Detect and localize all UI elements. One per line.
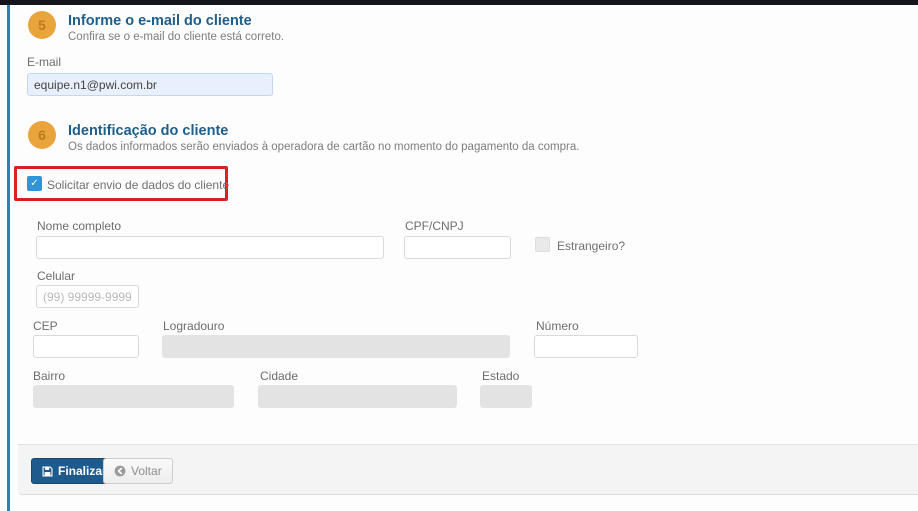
- left-accent-rule: [7, 5, 10, 511]
- check-icon: ✓: [30, 178, 38, 189]
- bairro-label: Bairro: [33, 369, 65, 383]
- celular-input[interactable]: [36, 285, 139, 308]
- voltar-button-label: Voltar: [131, 464, 162, 478]
- step-6-badge: 6: [28, 121, 56, 149]
- estrangeiro-label: Estrangeiro?: [557, 239, 625, 253]
- step-5-badge: 5: [28, 11, 56, 39]
- send-client-data-label: Solicitar envio de dados do cliente: [47, 178, 229, 192]
- cep-label: CEP: [33, 319, 58, 333]
- logradouro-input: [162, 335, 510, 358]
- send-client-data-checkbox[interactable]: ✓: [27, 176, 42, 191]
- arrow-circle-left-icon: [114, 465, 126, 477]
- email-input[interactable]: [27, 73, 273, 96]
- bairro-input: [33, 385, 234, 408]
- cpf-cnpj-input[interactable]: [404, 236, 511, 259]
- estado-input: [480, 385, 532, 408]
- email-section-title: Informe o e-mail do cliente: [68, 13, 252, 29]
- save-icon: [42, 466, 53, 477]
- checkout-form-page: 5 Informe o e-mail do cliente Confira se…: [0, 0, 918, 511]
- cep-input[interactable]: [33, 335, 139, 358]
- celular-label: Celular: [37, 269, 75, 283]
- nome-completo-input[interactable]: [36, 236, 384, 259]
- nome-completo-label: Nome completo: [37, 219, 121, 233]
- email-label: E-mail: [27, 55, 61, 69]
- estado-label: Estado: [482, 369, 519, 383]
- identification-section-subtitle: Os dados informados serão enviados à ope…: [68, 141, 579, 153]
- logradouro-label: Logradouro: [163, 319, 224, 333]
- email-section-subtitle: Confira se o e-mail do cliente está corr…: [68, 31, 284, 43]
- numero-input[interactable]: [534, 335, 638, 358]
- estrangeiro-checkbox[interactable]: [535, 237, 550, 252]
- cidade-input: [258, 385, 457, 408]
- numero-label: Número: [536, 319, 579, 333]
- identification-section-title: Identificação do cliente: [68, 123, 228, 139]
- finalizar-button-label: Finalizar: [58, 464, 107, 478]
- top-dark-bar: [0, 0, 918, 5]
- cidade-label: Cidade: [260, 369, 298, 383]
- voltar-button[interactable]: Voltar: [103, 458, 173, 484]
- cpf-cnpj-label: CPF/CNPJ: [405, 219, 464, 233]
